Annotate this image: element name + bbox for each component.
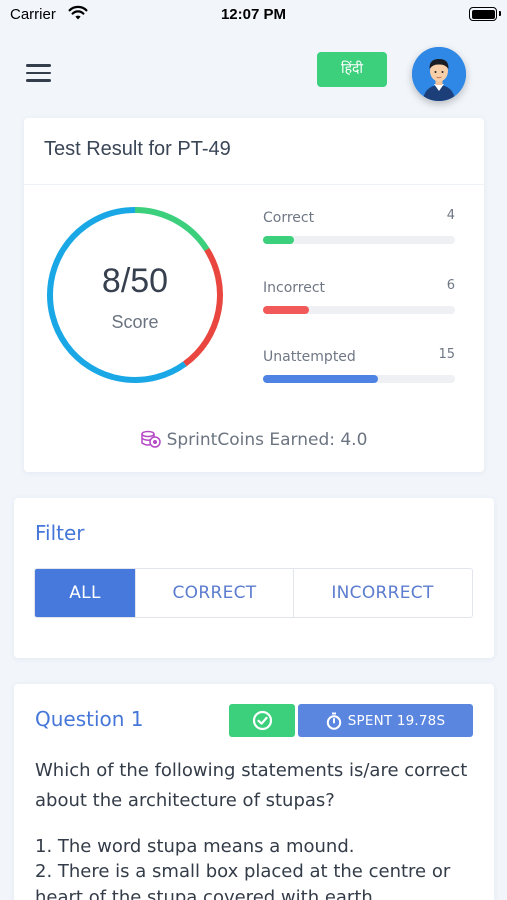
score-label: Score	[111, 312, 159, 332]
stat-unattempted: Unattempted 15	[263, 347, 455, 389]
coins-icon	[140, 430, 161, 448]
time-spent-text: SPENT 19.78S	[347, 712, 446, 729]
question-statement-2: 2. There is a small box placed at the ce…	[35, 861, 451, 900]
check-circle-icon	[252, 710, 272, 731]
filter-segmented-control: ALL CORRECT INCORRECT	[34, 568, 473, 618]
time-spent-badge: SPENT 19.78S	[298, 704, 473, 737]
filter-incorrect-button[interactable]: INCORRECT	[294, 569, 471, 617]
filter-correct-button[interactable]: CORRECT	[136, 569, 294, 617]
clock: 12:07 PM	[220, 6, 287, 23]
status-bar: Carrier 12:07 PM	[0, 0, 507, 30]
stat-incorrect-label: Incorrect	[263, 280, 326, 296]
stat-correct-bar	[263, 236, 294, 244]
stat-correct-label: Correct	[263, 210, 315, 226]
language-toggle-button[interactable]: हिंदी	[317, 52, 387, 87]
filter-card: Filter ALL CORRECT INCORRECT	[14, 498, 494, 658]
filter-title: Filter	[35, 521, 85, 545]
stat-incorrect-count: 6	[446, 278, 455, 293]
test-result-card: Test Result for PT-49 8/50 Score Correct…	[24, 118, 484, 472]
stat-incorrect-bar	[263, 306, 310, 314]
stat-correct: Correct 4	[263, 208, 455, 250]
sprintcoins-text: SprintCoins Earned: 4.0	[166, 430, 368, 450]
divider	[24, 184, 484, 185]
stat-unattempted-count: 15	[438, 347, 455, 362]
question-statement-1: 1. The word stupa means a mound.	[35, 836, 355, 857]
stat-unattempted-label: Unattempted	[263, 349, 356, 365]
filter-all-button[interactable]: ALL	[35, 569, 136, 617]
correct-status-badge	[229, 704, 295, 737]
stat-unattempted-bar	[263, 375, 379, 383]
stat-incorrect-track	[263, 306, 455, 314]
battery-icon	[469, 7, 501, 21]
question-card[interactable]: Question 1 SPENT 19.78S Which of the fol…	[14, 684, 494, 900]
question-text: Which of the following statements is/are…	[35, 760, 468, 811]
stat-correct-track	[263, 236, 455, 244]
stat-correct-count: 4	[446, 208, 455, 223]
score-value: 8/50	[101, 262, 169, 300]
avatar-illustration	[412, 47, 466, 101]
stopwatch-icon	[326, 712, 341, 730]
stat-incorrect: Incorrect 6	[263, 278, 455, 320]
question-title: Question 1	[35, 707, 144, 731]
user-avatar-icon[interactable]	[412, 47, 466, 101]
hamburger-menu-icon[interactable]	[26, 64, 51, 84]
result-title: Test Result for PT-49	[44, 138, 231, 160]
sprintcoins-earned: SprintCoins Earned: 4.0	[24, 430, 484, 450]
stat-unattempted-track	[263, 375, 455, 383]
